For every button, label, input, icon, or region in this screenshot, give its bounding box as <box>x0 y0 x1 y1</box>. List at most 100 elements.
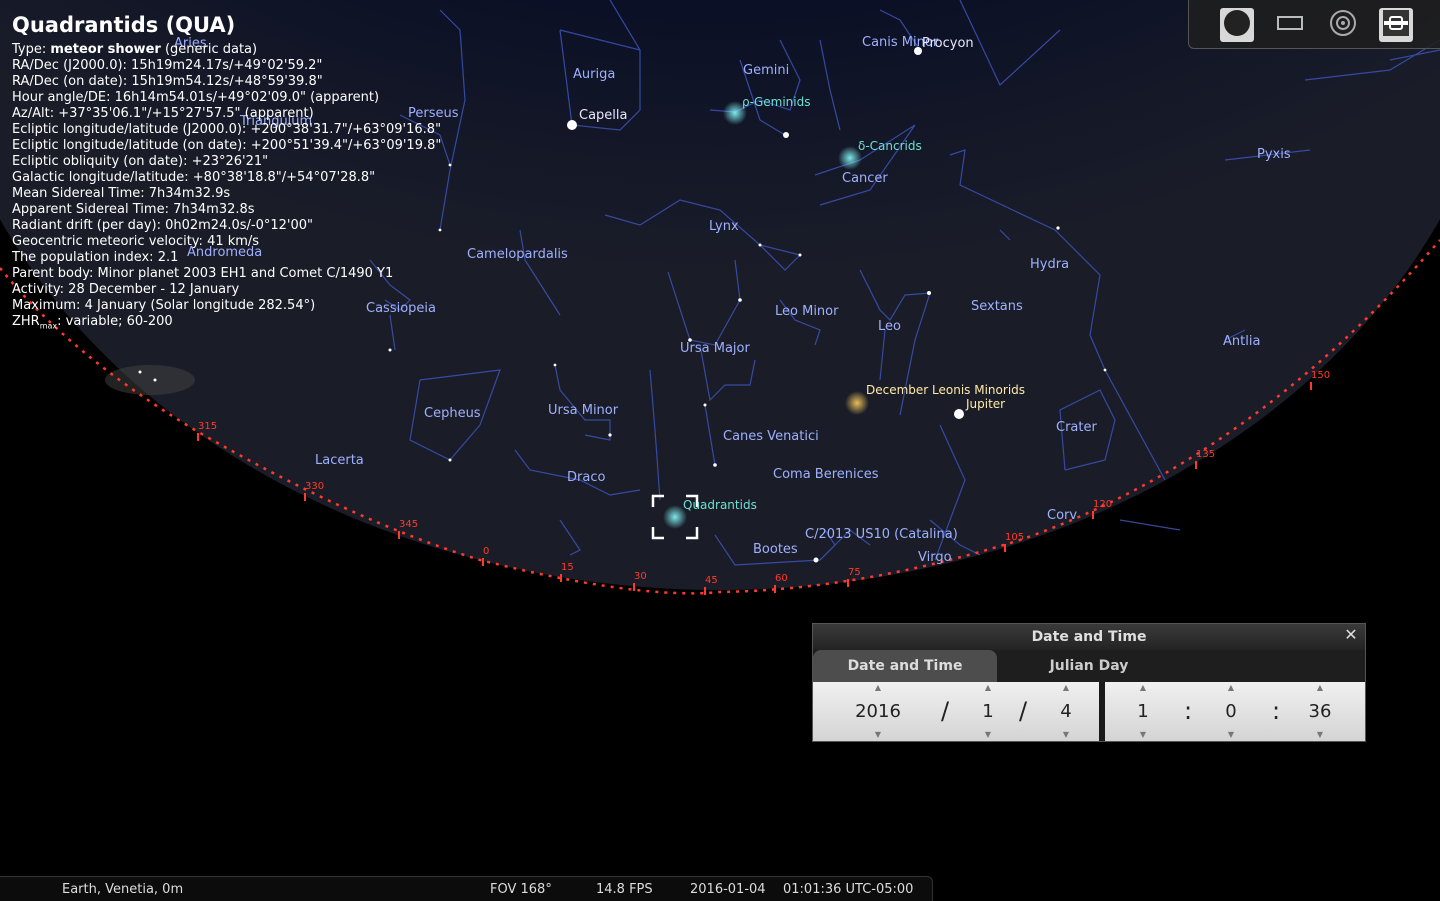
target-icon <box>1328 8 1358 42</box>
info-line: The population index: 2.1 <box>12 250 179 265</box>
time-panel: ▲ 1 ▼ : ▲ 0 ▼ : ▲ 36 ▼ <box>1105 682 1365 741</box>
azimuth-label: 0 <box>483 546 489 557</box>
target-view-button[interactable] <box>1326 8 1360 42</box>
second-up-icon[interactable]: ▲ <box>1295 682 1345 694</box>
month-spinner[interactable]: ▲ 1 ▼ <box>963 682 1013 741</box>
label-rho-geminids: ρ-Geminids <box>742 95 810 109</box>
info-line: RA/Dec (on date): 15h19m54.12s/+48°59'39… <box>12 74 323 89</box>
date-panel: ▲ 2016 ▼ / ▲ 1 ▼ / ▲ 4 ▼ <box>813 682 1099 741</box>
label-delta-cancrids: δ-Cancrids <box>858 139 922 153</box>
tab-date-and-time[interactable]: Date and Time <box>813 650 997 682</box>
second-value[interactable]: 36 <box>1295 694 1345 729</box>
label-ursa-major: Ursa Major <box>680 341 750 356</box>
year-value[interactable]: 2016 <box>853 694 903 729</box>
label-coma-berenices: Coma Berenices <box>773 467 879 482</box>
day-up-icon[interactable]: ▲ <box>1041 682 1091 694</box>
label-bootes: Bootes <box>753 542 798 557</box>
label-lacerta: Lacerta <box>315 453 364 468</box>
month-down-icon[interactable]: ▼ <box>963 729 1013 741</box>
object-title: Quadrantids (QUA) <box>12 13 236 37</box>
label-lynx: Lynx <box>709 219 739 234</box>
info-line: RA/Dec (J2000.0): 15h19m24.17s/+49°02'59… <box>12 58 323 73</box>
month-value[interactable]: 1 <box>963 694 1013 729</box>
type-value: meteor shower <box>50 42 161 57</box>
label-capella: Capella <box>579 108 627 123</box>
rectangle-view-button[interactable] <box>1273 8 1307 42</box>
date-time-dialog: Date and Time ✕ Date and Time Julian Day… <box>812 623 1366 742</box>
hour-up-icon[interactable]: ▲ <box>1118 682 1168 694</box>
info-line: Apparent Sidereal Time: 7h34m32.8s <box>12 202 255 217</box>
label-camelopardalis: Camelopardalis <box>467 247 568 262</box>
label-hydra: Hydra <box>1030 257 1069 272</box>
label-procyon: Procyon <box>922 36 974 51</box>
label-leo-minor: Leo Minor <box>775 304 839 319</box>
day-down-icon[interactable]: ▼ <box>1041 729 1091 741</box>
status-fps: 14.8 FPS <box>596 882 653 897</box>
second-down-icon[interactable]: ▼ <box>1295 729 1345 741</box>
type-suffix: (generic data) <box>160 42 258 57</box>
azimuth-label: 30 <box>634 571 647 582</box>
label-ursa-minor: Ursa Minor <box>548 403 619 418</box>
minute-spinner[interactable]: ▲ 0 ▼ <box>1206 682 1256 741</box>
status-time: 01:01:36 UTC-05:00 <box>783 882 914 897</box>
info-line: Ecliptic obliquity (on date): +23°26'21" <box>12 154 269 169</box>
dialog-body: ▲ 2016 ▼ / ▲ 1 ▼ / ▲ 4 ▼ ▲ 1 ▼ : ▲ 0 ▼:… <box>813 682 1365 741</box>
zhr-prefix: ZHR <box>12 314 40 329</box>
eyepiece-icon <box>1381 8 1411 42</box>
day-value[interactable]: 4 <box>1041 694 1091 729</box>
close-button[interactable]: ✕ <box>1343 627 1359 643</box>
label-canes-venatici: Canes Venatici <box>723 429 819 444</box>
label-corvus: Corv <box>1047 508 1077 523</box>
minute-up-icon[interactable]: ▲ <box>1206 682 1256 694</box>
info-line: Az/Alt: +37°35'06.1"/+15°27'57.5" (appar… <box>12 106 314 121</box>
tab-julian-day[interactable]: Julian Day <box>997 650 1181 682</box>
label-quadrantids: Quadrantids <box>683 498 757 512</box>
info-line: Parent body: Minor planet 2003 EH1 and C… <box>12 266 394 281</box>
azimuth-label: 105 <box>1005 532 1024 543</box>
azimuth-label: 75 <box>848 567 861 578</box>
status-location: Earth, Venetia, 0m <box>62 882 184 897</box>
azimuth-label: 60 <box>775 573 788 584</box>
zhr-value: : variable; 60-200 <box>57 314 173 329</box>
rectangle-icon <box>1275 8 1305 42</box>
zhr-line: ZHRmax: variable; 60-200 <box>12 314 441 335</box>
label-december-leonis-minorids: December Leonis Minorids <box>866 383 1025 397</box>
eyepiece-view-button[interactable] <box>1379 8 1413 42</box>
date-separator: / <box>1019 697 1028 725</box>
label-virgo: Virgo <box>918 550 952 565</box>
object-type-line: Type: meteor shower (generic data) <box>12 42 441 58</box>
zhr-sub: max <box>39 321 58 331</box>
hour-spinner[interactable]: ▲ 1 ▼ <box>1118 682 1168 741</box>
year-down-icon[interactable]: ▼ <box>853 729 903 741</box>
label-sextans: Sextans <box>971 299 1023 314</box>
minute-value[interactable]: 0 <box>1206 694 1256 729</box>
label-catalina-comet: C/2013 US10 (Catalina) <box>805 527 958 542</box>
info-line: Activity: 28 December - 12 January <box>12 282 240 297</box>
time-separator: : <box>1272 697 1281 725</box>
date-separator: / <box>941 697 950 725</box>
planet-view-icon <box>1222 8 1252 42</box>
status-date: 2016-01-04 <box>690 882 766 897</box>
info-line: Hour angle/DE: 16h14m54.01s/+49°02'09.0"… <box>12 90 380 105</box>
planet-view-button[interactable] <box>1220 8 1254 42</box>
label-crater: Crater <box>1056 420 1097 435</box>
minute-down-icon[interactable]: ▼ <box>1206 729 1256 741</box>
year-up-icon[interactable]: ▲ <box>853 682 903 694</box>
label-antlia: Antlia <box>1223 334 1260 349</box>
azimuth-label: 345 <box>399 519 418 530</box>
info-line: Maximum: 4 January (Solar longitude 282.… <box>12 298 316 313</box>
azimuth-label: 315 <box>198 421 217 432</box>
day-spinner[interactable]: ▲ 4 ▼ <box>1041 682 1091 741</box>
info-lines: RA/Dec (J2000.0): 15h19m24.17s/+49°02'59… <box>12 58 441 314</box>
info-line: Galactic longitude/latitude: +80°38'18.8… <box>12 170 376 185</box>
hour-value[interactable]: 1 <box>1118 694 1168 729</box>
object-info-panel: Quadrantids (QUA) Type: meteor shower (g… <box>12 12 441 335</box>
year-spinner[interactable]: ▲ 2016 ▼ <box>853 682 903 741</box>
azimuth-label: 150 <box>1311 370 1330 381</box>
hour-down-icon[interactable]: ▼ <box>1118 729 1168 741</box>
info-line: Ecliptic longitude/latitude (on date): +… <box>12 138 442 153</box>
label-pyxis: Pyxis <box>1257 147 1291 162</box>
month-up-icon[interactable]: ▲ <box>963 682 1013 694</box>
label-auriga: Auriga <box>573 67 615 82</box>
second-spinner[interactable]: ▲ 36 ▼ <box>1295 682 1345 741</box>
